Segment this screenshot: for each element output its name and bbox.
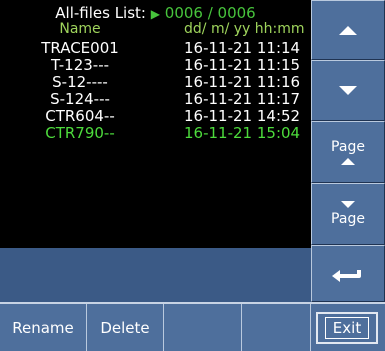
- file-count: 0006 / 0006: [164, 4, 256, 22]
- file-date: 16-11-21 11:14: [184, 39, 301, 57]
- arrow-up-icon: [339, 25, 357, 35]
- soft-key-bar: Rename Delete Exit: [0, 302, 385, 351]
- play-arrow-icon: ▶: [150, 7, 160, 21]
- exit-button[interactable]: Exit: [316, 312, 378, 344]
- page-down-button[interactable]: Page: [311, 183, 385, 245]
- soft-key-empty-2[interactable]: [242, 304, 311, 351]
- back-button[interactable]: [311, 245, 385, 302]
- file-date: 16-11-21 11:17: [184, 90, 301, 108]
- column-header-name: Name: [59, 21, 101, 37]
- arrow-up-icon: [341, 158, 355, 165]
- rename-button[interactable]: Rename: [0, 304, 87, 351]
- file-name: CTR604--: [45, 107, 115, 125]
- exit-label: Exit: [324, 317, 370, 339]
- file-manager-screen: All-files List: ▶ 0006 / 0006 Name dd/ m…: [0, 0, 385, 351]
- scroll-up-button[interactable]: [311, 0, 385, 60]
- file-row-selected[interactable]: CTR790-- 16-11-21 15:04: [0, 124, 311, 142]
- file-name: TRACE001: [41, 39, 119, 57]
- arrow-down-icon: [341, 201, 355, 208]
- file-name: S-124---: [50, 90, 110, 108]
- file-name: S-12----: [52, 73, 108, 91]
- page-up-button[interactable]: Page: [311, 121, 385, 183]
- delete-label: Delete: [100, 318, 150, 337]
- file-date: 16-11-21 15:04: [184, 124, 301, 142]
- rename-label: Rename: [12, 318, 74, 337]
- list-title: All-files List:: [55, 4, 146, 22]
- scroll-down-button[interactable]: [311, 60, 385, 121]
- file-name: CTR790--: [45, 124, 115, 142]
- file-date: 16-11-21 14:52: [184, 107, 301, 125]
- file-row[interactable]: T-123--- 16-11-21 11:15: [0, 56, 311, 74]
- soft-key-empty-1[interactable]: [164, 304, 242, 351]
- return-arrow-icon: [332, 269, 361, 282]
- arrow-down-icon: [339, 86, 357, 95]
- delete-button[interactable]: Delete: [87, 304, 164, 351]
- file-date: 16-11-21 11:16: [184, 73, 301, 91]
- file-date: 16-11-21 11:15: [184, 56, 301, 74]
- file-row[interactable]: CTR604-- 16-11-21 14:52: [0, 107, 311, 125]
- page-up-label: Page: [331, 139, 365, 155]
- file-list-panel: All-files List: ▶ 0006 / 0006 Name dd/ m…: [0, 0, 311, 248]
- column-header-date: dd/ m/ yy hh:mm: [184, 21, 305, 37]
- file-row[interactable]: S-12---- 16-11-21 11:16: [0, 73, 311, 91]
- page-down-label: Page: [331, 211, 365, 227]
- file-name: T-123---: [50, 56, 110, 74]
- file-row[interactable]: TRACE001 16-11-21 11:14: [0, 39, 311, 57]
- file-row[interactable]: S-124--- 16-11-21 11:17: [0, 90, 311, 108]
